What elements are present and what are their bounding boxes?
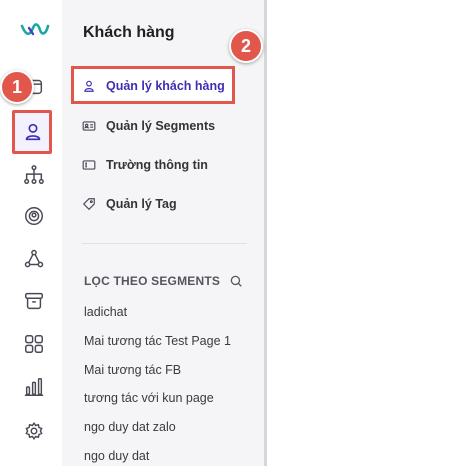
icon-rail bbox=[0, 0, 63, 466]
segment-item[interactable]: Mai tương tác Test Page 1 bbox=[84, 334, 231, 348]
segments-section-title: LỌC THEO SEGMENTS bbox=[84, 274, 221, 288]
segment-item[interactable]: tương tác với kun page bbox=[84, 391, 214, 405]
menu-item-label: Trường thông tin bbox=[106, 158, 208, 172]
broadcast-icon[interactable] bbox=[21, 203, 47, 229]
step-badge-1: 1 bbox=[0, 70, 34, 104]
segment-item[interactable]: ngo duy dat zalo bbox=[84, 420, 176, 434]
divider bbox=[82, 243, 247, 244]
ladi-logo-icon[interactable] bbox=[20, 22, 50, 38]
gear-icon[interactable] bbox=[21, 418, 47, 444]
archive-icon[interactable] bbox=[21, 288, 47, 314]
menu-item-label: Quản lý Segments bbox=[106, 119, 216, 133]
apps-grid-icon[interactable] bbox=[21, 331, 47, 357]
id-card-icon bbox=[82, 119, 96, 133]
menu-item-label: Quản lý Tag bbox=[106, 197, 177, 211]
menu-item-info-fields[interactable]: Trường thông tin bbox=[82, 154, 208, 176]
panel-title: Khách hàng bbox=[83, 24, 175, 41]
user-icon[interactable] bbox=[20, 119, 46, 145]
panel-scrollbar[interactable] bbox=[264, 0, 267, 466]
customer-menu-panel: Khách hàng Quản lý khách hàng Quản lý Se… bbox=[62, 0, 264, 466]
segment-item[interactable]: Mai tương tác FB bbox=[84, 363, 181, 377]
field-icon bbox=[82, 158, 96, 172]
tag-icon bbox=[82, 197, 96, 211]
user-icon bbox=[82, 79, 96, 93]
step-badge-2: 2 bbox=[229, 29, 263, 63]
bar-chart-icon[interactable] bbox=[21, 374, 47, 400]
segment-item[interactable]: ladichat bbox=[84, 305, 127, 319]
menu-item-manage-customers[interactable]: Quản lý khách hàng bbox=[82, 75, 225, 97]
hierarchy-icon[interactable] bbox=[21, 162, 47, 188]
menu-item-manage-tags[interactable]: Quản lý Tag bbox=[82, 193, 177, 215]
menu-item-label: Quản lý khách hàng bbox=[106, 79, 225, 93]
search-icon[interactable] bbox=[229, 274, 243, 288]
nodes-icon[interactable] bbox=[21, 246, 47, 272]
menu-item-manage-segments[interactable]: Quản lý Segments bbox=[82, 115, 215, 137]
segment-item[interactable]: ngo duy dat bbox=[84, 449, 149, 463]
